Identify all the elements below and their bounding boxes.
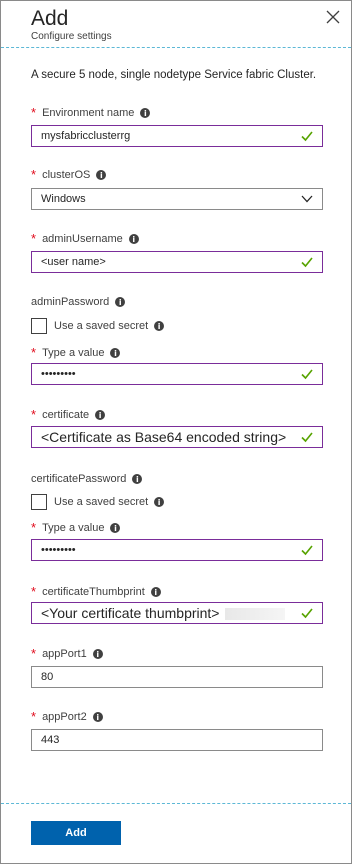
cluster-os-label: * clusterOS i	[31, 167, 107, 182]
certificate-password-type-value-label: * Type a value i	[31, 520, 121, 535]
certificate-label: * certificate i	[31, 407, 106, 422]
checkmark-icon	[301, 432, 313, 443]
admin-password-label: adminPassword i	[31, 296, 126, 308]
certificate-password-label: certificatePassword i	[31, 473, 143, 485]
app-port2-value: 443	[41, 734, 60, 746]
checkmark-icon	[301, 131, 313, 142]
required-asterisk: *	[31, 709, 37, 724]
info-icon[interactable]: i	[154, 497, 165, 507]
certificate-thumbprint-input[interactable]: <Your certificate thumbprint>	[31, 602, 323, 624]
admin-password-label-text: adminPassword	[31, 296, 110, 308]
admin-password-input[interactable]: •••••••••	[31, 363, 323, 385]
app-port2-label-text: appPort2	[42, 711, 87, 723]
required-asterisk: *	[31, 167, 37, 182]
info-icon[interactable]: i	[128, 234, 139, 244]
info-icon[interactable]: i	[110, 348, 121, 358]
type-value-label-text: Type a value	[42, 522, 105, 534]
app-port1-label: * appPort1 i	[31, 646, 103, 661]
certificate-input[interactable]: <Certificate as Base64 encoded string>	[31, 426, 323, 448]
info-icon[interactable]: i	[96, 170, 107, 180]
info-icon[interactable]: i	[92, 649, 103, 659]
add-blade: Add Configure settings A secure 5 node, …	[0, 0, 352, 864]
use-saved-secret-label: Use a saved secret	[54, 320, 149, 332]
blade-title: Add	[31, 7, 69, 30]
app-port2-label: * appPort2 i	[31, 709, 103, 724]
certificate-thumbprint-label-text: certificateThumbprint	[42, 586, 145, 598]
use-saved-secret-checkbox[interactable]	[31, 318, 47, 334]
blade-header: Add Configure settings	[1, 1, 351, 48]
info-icon[interactable]: i	[115, 297, 126, 307]
certificate-password-input[interactable]: •••••••••	[31, 539, 323, 561]
admin-username-label: * adminUsername i	[31, 231, 139, 246]
info-icon[interactable]: i	[110, 523, 121, 533]
certificate-password-value: •••••••••	[41, 544, 76, 556]
redacted-blur	[225, 608, 286, 621]
app-port1-value: 80	[41, 671, 54, 683]
checkmark-icon	[301, 257, 313, 268]
environment-name-label-text: Environment name	[42, 107, 135, 119]
blade-subtitle: Configure settings	[31, 31, 112, 42]
certificate-password-saved-secret-row: Use a saved secret i	[31, 494, 165, 510]
certificate-value: <Certificate as Base64 encoded string>	[41, 429, 287, 445]
environment-name-input[interactable]: mysfabricclusterrg	[31, 125, 323, 147]
add-button[interactable]: Add	[31, 821, 121, 845]
app-port1-label-text: appPort1	[42, 648, 87, 660]
admin-username-input[interactable]: <user name>	[31, 251, 323, 273]
type-value-label-text: Type a value	[42, 347, 105, 359]
required-asterisk: *	[31, 345, 37, 360]
info-icon[interactable]: i	[95, 410, 106, 420]
info-icon[interactable]: i	[140, 108, 151, 118]
certificate-thumbprint-label: * certificateThumbprint i	[31, 584, 161, 599]
cluster-os-dropdown[interactable]: Windows	[31, 188, 323, 210]
required-asterisk: *	[31, 407, 37, 422]
close-icon[interactable]	[325, 9, 341, 25]
info-icon[interactable]: i	[132, 474, 143, 484]
required-asterisk: *	[31, 584, 37, 599]
use-saved-secret-label: Use a saved secret	[54, 496, 149, 508]
admin-password-value: •••••••••	[41, 368, 76, 380]
info-icon[interactable]: i	[92, 712, 103, 722]
required-asterisk: *	[31, 520, 37, 535]
cluster-os-value: Windows	[41, 193, 86, 205]
info-icon[interactable]: i	[150, 587, 161, 597]
required-asterisk: *	[31, 646, 37, 661]
admin-password-type-value-label: * Type a value i	[31, 345, 121, 360]
admin-username-value: <user name>	[41, 256, 106, 268]
info-icon[interactable]: i	[154, 321, 165, 331]
checkmark-icon	[301, 608, 313, 619]
app-port1-input[interactable]: 80	[31, 666, 323, 688]
admin-username-label-text: adminUsername	[42, 233, 123, 245]
chevron-down-icon	[301, 195, 313, 203]
required-asterisk: *	[31, 105, 37, 120]
certificate-thumbprint-value: <Your certificate thumbprint>	[41, 605, 301, 621]
checkmark-icon	[301, 369, 313, 380]
certificate-thumbprint-text: <Your certificate thumbprint>	[41, 605, 220, 621]
app-port2-input[interactable]: 443	[31, 729, 323, 751]
certificate-password-label-text: certificatePassword	[31, 473, 127, 485]
use-saved-secret-checkbox[interactable]	[31, 494, 47, 510]
cluster-os-label-text: clusterOS	[42, 169, 91, 181]
admin-password-saved-secret-row: Use a saved secret i	[31, 318, 165, 334]
environment-name-value: mysfabricclusterrg	[41, 130, 131, 142]
checkmark-icon	[301, 545, 313, 556]
certificate-label-text: certificate	[42, 409, 90, 421]
required-asterisk: *	[31, 231, 37, 246]
environment-name-label: * Environment name i	[31, 105, 151, 120]
blade-description: A secure 5 node, single nodetype Service…	[31, 69, 317, 81]
